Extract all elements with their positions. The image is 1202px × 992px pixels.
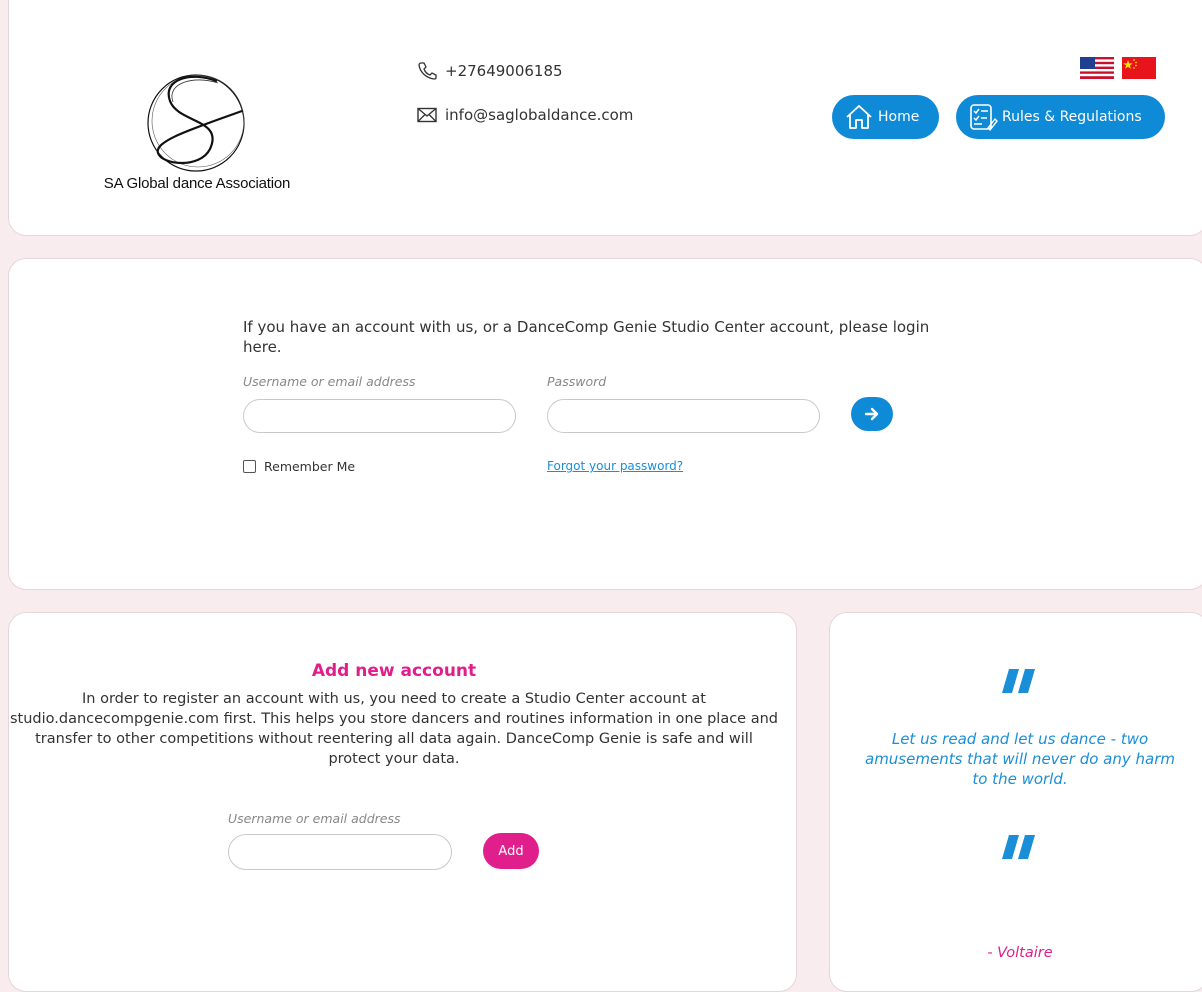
remember-me-label: Remember Me (264, 459, 356, 474)
rules-button-label: Rules & Regulations (1002, 109, 1142, 125)
arrow-right-icon (864, 407, 879, 421)
forgot-password-link[interactable]: Forgot your password? (547, 459, 683, 473)
add-account-button[interactable]: Add (483, 833, 539, 869)
phone-number: +27649006185 (445, 62, 563, 80)
login-card: If you have an account with us, or a Dan… (8, 258, 1202, 590)
rules-regulations-button[interactable]: Rules & Regulations (956, 95, 1165, 139)
close-quote-icon (1002, 835, 1035, 859)
home-button-label: Home (878, 109, 920, 125)
china-flag-icon[interactable] (1122, 57, 1156, 79)
home-button[interactable]: Home (832, 95, 939, 139)
language-flags (1080, 57, 1156, 79)
header-card: SA Global dance Association +27649006185… (8, 0, 1202, 236)
add-account-card: Add new account In order to register an … (8, 612, 797, 992)
phone-icon (417, 62, 439, 80)
logo-text: SA Global dance Association (103, 175, 291, 192)
login-submit-button[interactable] (851, 397, 893, 431)
us-flag-icon[interactable] (1080, 57, 1114, 79)
username-label: Username or email address (243, 374, 416, 389)
add-username-input[interactable] (228, 834, 452, 870)
phone-contact[interactable]: +27649006185 (417, 62, 563, 80)
password-label: Password (547, 374, 607, 389)
mail-icon (417, 106, 439, 124)
checkbox-box[interactable] (243, 460, 256, 473)
quote-author: - Voltaire (987, 945, 1053, 961)
add-account-description: In order to register an account with us,… (9, 691, 778, 767)
username-input[interactable] (243, 399, 516, 433)
quote-card: Let us read and let us dance - two amuse… (829, 612, 1202, 992)
logo-mark-icon (147, 74, 245, 172)
email-address: info@saglobaldance.com (445, 106, 634, 124)
add-username-label: Username or email address (228, 811, 401, 826)
open-quote-icon (1002, 669, 1035, 693)
home-icon (844, 102, 874, 132)
quote-text: Let us read and let us dance - two amuse… (865, 730, 1175, 788)
checklist-icon (968, 102, 998, 132)
email-contact[interactable]: info@saglobaldance.com (417, 106, 633, 124)
logo[interactable]: SA Global dance Association (87, 69, 307, 209)
login-intro-text: If you have an account with us, or a Dan… (243, 318, 930, 356)
remember-me-checkbox[interactable]: Remember Me (243, 459, 355, 474)
add-account-title: Add new account (311, 661, 477, 681)
password-input[interactable] (547, 399, 820, 433)
